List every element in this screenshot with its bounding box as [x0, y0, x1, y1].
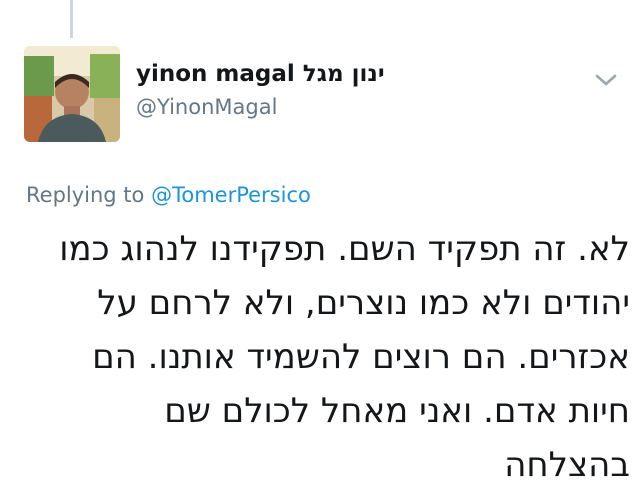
reply-context: Replying to @TomerPersico	[26, 183, 311, 207]
tweet-line: אכזרים. הם רוצים להשמיד אותנו. הם	[92, 337, 630, 377]
avatar[interactable]	[24, 46, 120, 142]
reply-mention-link[interactable]: @TomerPersico	[151, 183, 311, 207]
author-handle[interactable]: @YinonMagal	[136, 94, 385, 120]
tweet-line: בהצלחה	[504, 445, 630, 485]
chevron-down-icon[interactable]	[592, 70, 620, 90]
tweet-line: לא. זה תפקיד השם. תפקידנו לנהוג כמו	[59, 229, 630, 269]
reply-context-prefix: Replying to	[26, 183, 145, 207]
tweet-line: חיות אדם. ואני מאחל לכולם שם	[164, 391, 630, 431]
tweet-text: לא. זה תפקיד השם. תפקידנו לנהוג כמו יהוד…	[40, 222, 630, 492]
author-block: yinon magal ינון מגל @YinonMagal	[136, 60, 385, 120]
profile-photo-image	[24, 46, 120, 142]
thread-connector-line	[70, 0, 73, 38]
author-display-name[interactable]: yinon magal ינון מגל	[136, 60, 385, 88]
tweet-line: יהודים ולא כמו נוצרים, ולא לרחם על	[97, 283, 630, 323]
